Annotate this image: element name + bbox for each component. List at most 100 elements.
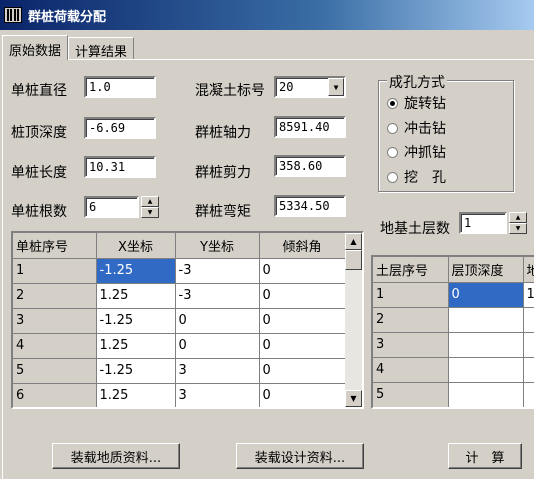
title-bar: 群桩荷载分配: [0, 0, 534, 30]
table-cell[interactable]: 3: [175, 383, 260, 407]
axial-force-field[interactable]: 8591.40: [274, 116, 346, 138]
shear-force-field[interactable]: 358.60: [274, 155, 346, 177]
soil-row-number: 3: [373, 332, 449, 358]
pile-length-field[interactable]: 10.31: [84, 156, 156, 178]
table-cell[interactable]: 3: [175, 358, 260, 384]
table-cell[interactable]: 0: [259, 383, 346, 407]
table-row: 2 1.25 -3 0: [13, 283, 346, 309]
pile-col-header[interactable]: 倾斜角: [259, 233, 346, 259]
radio-selected-icon: [387, 97, 398, 109]
table-cell[interactable]: [448, 332, 524, 358]
table-cell[interactable]: -1.25: [96, 258, 176, 284]
radio-label: 冲击钻: [404, 121, 446, 137]
radio-unselected-icon: [387, 122, 398, 134]
pile-top-depth-field[interactable]: -6.69: [84, 117, 156, 139]
table-cell[interactable]: -3: [175, 283, 260, 309]
spin-down-icon[interactable]: ▼: [509, 223, 527, 234]
soil-row-number: 5: [373, 382, 449, 407]
radio-label: 冲抓钻: [404, 145, 446, 161]
radio-rotary-drill[interactable]: 旋转钻: [387, 93, 446, 113]
concrete-grade-label: 混凝土标号: [195, 83, 265, 99]
table-row: 4: [373, 357, 534, 383]
spin-up-icon[interactable]: ▲: [509, 212, 527, 223]
table-cell[interactable]: [448, 382, 524, 407]
table-cell[interactable]: 0: [259, 358, 346, 384]
soil-layer-count-field[interactable]: 1: [459, 212, 507, 234]
table-row: 5 -1.25 3 0: [13, 358, 346, 384]
table-cell[interactable]: 0: [259, 258, 346, 284]
tab-results[interactable]: 计算结果: [68, 37, 135, 60]
load-design-button[interactable]: 装载设计资料...: [236, 443, 364, 469]
soil-col-header[interactable]: 地: [523, 257, 534, 283]
table-cell[interactable]: 1.25: [96, 283, 176, 309]
table-cell[interactable]: 0: [175, 333, 260, 359]
radio-percussion-drill[interactable]: 冲击钻: [387, 118, 446, 138]
table-cell[interactable]: 0: [175, 308, 260, 334]
table-cell[interactable]: 0: [259, 283, 346, 309]
table-row: 6 1.25 3 0: [13, 383, 346, 407]
table-cell[interactable]: -3: [175, 258, 260, 284]
soil-layer-count-spinner[interactable]: ▲ ▼: [509, 212, 527, 234]
table-cell[interactable]: 12: [523, 282, 534, 308]
pile-table-scrollbar[interactable]: ▲ ▼: [345, 233, 362, 407]
table-cell[interactable]: 1.25: [96, 333, 176, 359]
bending-moment-field[interactable]: 5334.50: [274, 195, 346, 217]
table-cell[interactable]: 0: [259, 308, 346, 334]
pile-col-header[interactable]: Y坐标: [175, 233, 260, 259]
pile-col-header[interactable]: X坐标: [96, 233, 176, 259]
window-title: 群桩荷载分配: [28, 9, 107, 25]
soil-col-header[interactable]: 层顶深度: [448, 257, 524, 283]
table-row: 3: [373, 332, 534, 358]
table-cell[interactable]: 0: [259, 333, 346, 359]
pile-top-depth-label: 桩顶深度: [11, 125, 67, 141]
soil-col-header[interactable]: 土层序号: [373, 257, 449, 283]
bending-moment-label: 群桩弯矩: [195, 204, 251, 220]
pile-diameter-field[interactable]: 1.0: [84, 76, 156, 98]
pile-count-spinner[interactable]: ▲ ▼: [141, 196, 159, 218]
radio-grab-drill[interactable]: 冲抓钻: [387, 142, 446, 162]
scroll-up-icon[interactable]: ▲: [345, 233, 362, 250]
load-geology-button[interactable]: 装载地质资料...: [52, 443, 180, 469]
pile-table: 单桩序号 X坐标 Y坐标 倾斜角 1 -1.25 -3 0 2 1.25 -3 …: [11, 231, 364, 409]
pile-count-field[interactable]: 6: [84, 196, 139, 218]
chevron-down-icon[interactable]: ▼: [328, 78, 344, 96]
app-icon: [4, 7, 22, 23]
pile-length-label: 单桩长度: [11, 165, 67, 181]
pile-row-number: 4: [13, 333, 97, 359]
soil-row-number: 4: [373, 357, 449, 383]
scroll-thumb[interactable]: [345, 250, 362, 270]
tab-strip: 原始数据 计算结果: [2, 35, 135, 60]
table-row: 1 0 12: [373, 282, 534, 308]
pile-count-label: 单桩根数: [11, 204, 67, 220]
table-cell[interactable]: -1.25: [96, 308, 176, 334]
pile-diameter-label: 单桩直径: [11, 83, 67, 99]
hole-method-legend: 成孔方式: [387, 72, 447, 92]
radio-label: 旋转钻: [404, 96, 446, 112]
table-cell[interactable]: [523, 357, 534, 383]
pile-row-number: 6: [13, 383, 97, 407]
table-cell[interactable]: [523, 332, 534, 358]
table-cell[interactable]: [448, 307, 524, 333]
spin-up-icon[interactable]: ▲: [141, 196, 159, 207]
soil-table: 土层序号 层顶深度 地 1 0 12 2 3 4: [371, 255, 534, 409]
soil-row-number: 2: [373, 307, 449, 333]
pile-row-number: 1: [13, 258, 97, 284]
scroll-down-icon[interactable]: ▼: [345, 390, 362, 407]
table-cell[interactable]: 1.25: [96, 383, 176, 407]
table-cell[interactable]: -1.25: [96, 358, 176, 384]
table-cell[interactable]: [523, 382, 534, 407]
calculate-button[interactable]: 计 算: [448, 443, 522, 469]
concrete-grade-select[interactable]: 20 ▼: [274, 76, 346, 98]
hole-method-group: 成孔方式 旋转钻 冲击钻 冲抓钻 挖 孔: [378, 72, 514, 192]
table-cell[interactable]: [448, 357, 524, 383]
table-cell[interactable]: [523, 307, 534, 333]
radio-label: 挖 孔: [404, 170, 446, 186]
radio-manual-dig[interactable]: 挖 孔: [387, 167, 446, 187]
spin-down-icon[interactable]: ▼: [141, 207, 159, 218]
table-row: 1 -1.25 -3 0: [13, 258, 346, 284]
tab-source-data[interactable]: 原始数据: [2, 35, 69, 60]
pile-col-header[interactable]: 单桩序号: [13, 233, 97, 259]
pile-row-number: 3: [13, 308, 97, 334]
table-row: 5: [373, 382, 534, 407]
table-cell[interactable]: 0: [448, 282, 524, 308]
